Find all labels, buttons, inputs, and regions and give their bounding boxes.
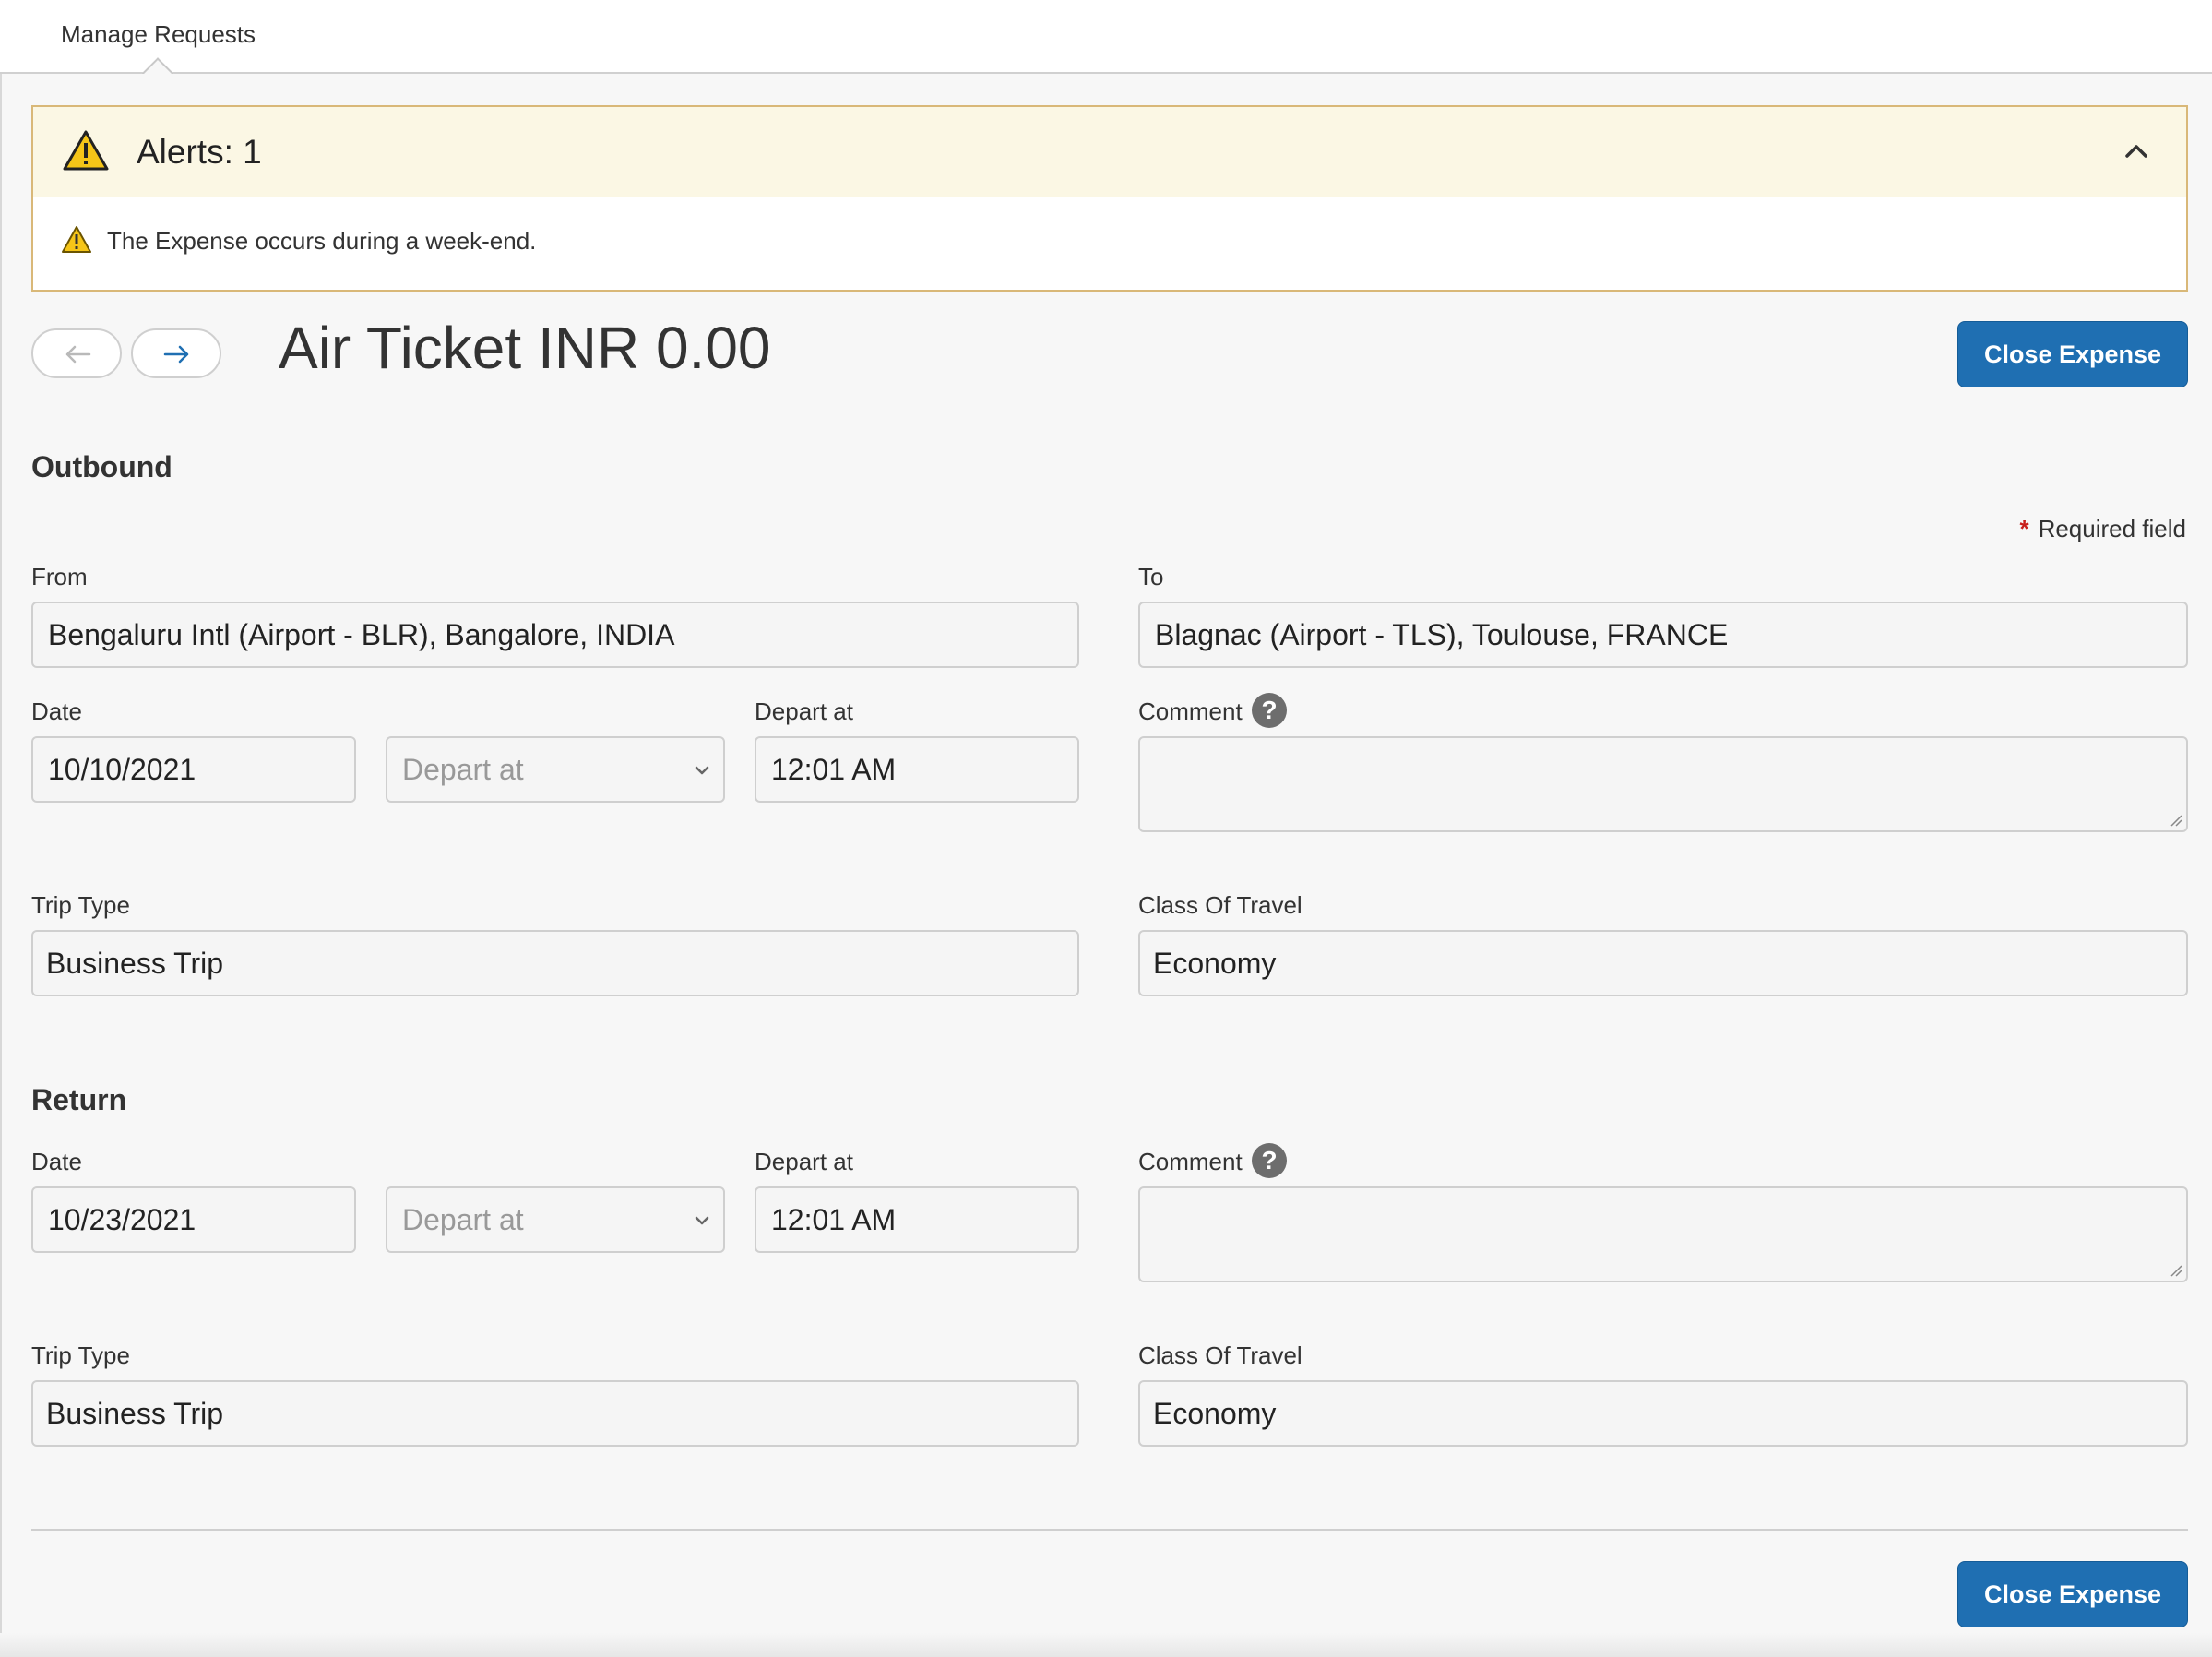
return-trip-type-field[interactable]: Business Trip xyxy=(31,1380,1079,1447)
return-date-field[interactable]: 10/23/2021 xyxy=(31,1186,356,1253)
warning-icon xyxy=(62,226,91,253)
help-icon[interactable]: ? xyxy=(1252,693,1287,728)
required-field-note: * Required field xyxy=(2019,515,2186,543)
from-label: From xyxy=(31,563,88,590)
tab-bar: Manage Requests xyxy=(0,0,2212,74)
outbound-depart-select-value: Depart at xyxy=(402,753,524,786)
return-class-label: Class Of Travel xyxy=(1138,1341,1302,1369)
warning-icon xyxy=(63,130,109,171)
alert-title: Alerts: 1 xyxy=(137,133,262,171)
page: Manage Requests Alerts: 1 The Expense oc… xyxy=(0,0,2212,1657)
left-border xyxy=(0,74,2,1657)
resize-grip-icon[interactable] xyxy=(2170,1264,2182,1277)
alert-header[interactable]: Alerts: 1 xyxy=(33,107,2186,197)
return-depart-time-field[interactable]: 12:01 AM xyxy=(755,1186,1079,1253)
outbound-depart-time-field[interactable]: 12:01 AM xyxy=(755,736,1079,803)
chevron-down-icon xyxy=(695,766,709,775)
chevron-up-icon[interactable] xyxy=(2120,135,2153,168)
to-field[interactable]: Blagnac (Airport - TLS), Toulouse, FRANC… xyxy=(1138,602,2188,668)
outbound-depart-label: Depart at xyxy=(755,697,853,725)
outbound-depart-select[interactable]: Depart at xyxy=(386,736,725,803)
active-tab-indicator xyxy=(141,55,174,74)
previous-button[interactable] xyxy=(31,328,122,378)
alert-panel: Alerts: 1 The Expense occurs during a we… xyxy=(31,105,2188,292)
arrow-left-icon xyxy=(65,345,91,364)
tab-manage-requests[interactable]: Manage Requests xyxy=(61,20,256,49)
return-comment-textarea[interactable] xyxy=(1138,1186,2188,1282)
required-field-label: Required field xyxy=(2038,515,2186,542)
outbound-comment-label: Comment xyxy=(1138,697,1243,725)
outbound-comment-textarea[interactable] xyxy=(1138,736,2188,832)
chevron-down-icon xyxy=(695,1216,709,1225)
outbound-section-title: Outbound xyxy=(31,450,172,483)
required-star: * xyxy=(2019,515,2029,542)
arrow-right-icon xyxy=(163,345,189,364)
return-date-label: Date xyxy=(31,1148,82,1175)
return-depart-select[interactable]: Depart at xyxy=(386,1186,725,1253)
return-trip-type-label: Trip Type xyxy=(31,1341,130,1369)
from-field[interactable]: Bengaluru Intl (Airport - BLR), Bangalor… xyxy=(31,602,1079,668)
outbound-date-label: Date xyxy=(31,697,82,725)
next-button[interactable] xyxy=(131,328,221,378)
return-class-field[interactable]: Economy xyxy=(1138,1380,2188,1447)
return-depart-label: Depart at xyxy=(755,1148,853,1175)
return-section-title: Return xyxy=(31,1083,127,1116)
help-icon[interactable]: ? xyxy=(1252,1143,1287,1178)
close-expense-button[interactable]: Close Expense xyxy=(1957,1561,2188,1627)
return-comment-label: Comment xyxy=(1138,1148,1243,1175)
bottom-shadow xyxy=(0,1633,2212,1657)
outbound-trip-type-field[interactable]: Business Trip xyxy=(31,930,1079,996)
page-title: Air Ticket INR 0.00 xyxy=(279,315,771,381)
return-depart-select-value: Depart at xyxy=(402,1203,524,1236)
footer-divider xyxy=(31,1529,2188,1531)
close-expense-button[interactable]: Close Expense xyxy=(1957,321,2188,387)
resize-grip-icon[interactable] xyxy=(2170,814,2182,827)
to-label: To xyxy=(1138,563,1164,590)
alert-message: The Expense occurs during a week-end. xyxy=(107,227,537,255)
outbound-trip-type-label: Trip Type xyxy=(31,891,130,919)
outbound-date-field[interactable]: 10/10/2021 xyxy=(31,736,356,803)
outbound-class-field[interactable]: Economy xyxy=(1138,930,2188,996)
outbound-class-label: Class Of Travel xyxy=(1138,891,1302,919)
